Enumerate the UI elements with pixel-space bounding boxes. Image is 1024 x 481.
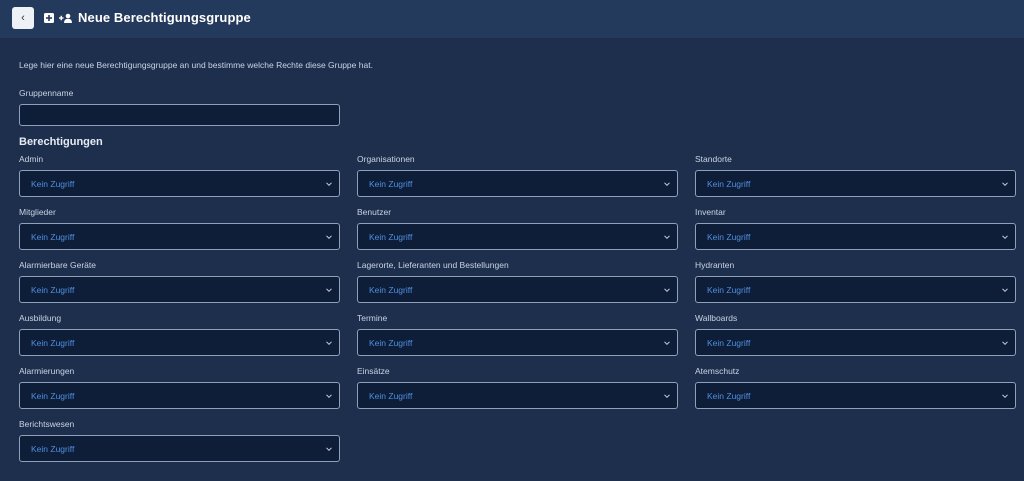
chevron-down-icon	[664, 340, 670, 345]
permission-label-mitglieder: Mitglieder	[19, 207, 56, 217]
select-value: Kein Zugriff	[707, 390, 751, 401]
chevron-down-icon	[664, 181, 670, 186]
select-value: Kein Zugriff	[707, 178, 751, 189]
permission-select-alarmierungen[interactable]: Kein Zugriff	[19, 382, 340, 409]
intro-text: Lege hier eine neue Berechtigungsgruppe …	[19, 60, 373, 70]
permission-label-alarmierbare-geräte: Alarmierbare Geräte	[19, 260, 97, 270]
permission-select-wallboards[interactable]: Kein Zugriff	[695, 329, 1016, 356]
permission-label-inventar: Inventar	[695, 207, 726, 217]
permission-select-berichtswesen[interactable]: Kein Zugriff	[19, 435, 340, 462]
groupname-input[interactable]	[19, 104, 340, 126]
permission-select-mitglieder[interactable]: Kein Zugriff	[19, 223, 340, 250]
permission-select-organisationen[interactable]: Kein Zugriff	[357, 170, 678, 197]
select-value: Kein Zugriff	[707, 231, 751, 242]
select-value: Kein Zugriff	[31, 284, 75, 295]
permission-select-lagerorte-lieferanten-und-bestellungen[interactable]: Kein Zugriff	[357, 276, 678, 303]
permission-label-ausbildung: Ausbildung	[19, 313, 62, 323]
plus-square-icon	[44, 12, 54, 23]
chevron-down-icon	[664, 234, 670, 239]
chevron-down-icon	[1002, 393, 1008, 398]
page-header: Neue Berechtigungsgruppe	[44, 10, 251, 25]
permission-select-benutzer[interactable]: Kein Zugriff	[357, 223, 678, 250]
permission-label-alarmierungen: Alarmierungen	[19, 366, 75, 376]
permission-select-admin[interactable]: Kein Zugriff	[19, 170, 340, 197]
permission-label-hydranten: Hydranten	[695, 260, 735, 270]
select-value: Kein Zugriff	[31, 390, 75, 401]
chevron-down-icon	[1002, 340, 1008, 345]
permission-label-wallboards: Wallboards	[695, 313, 738, 323]
permission-label-einsätze: Einsätze	[357, 366, 390, 376]
select-value: Kein Zugriff	[31, 231, 75, 242]
select-value: Kein Zugriff	[369, 284, 413, 295]
chevron-down-icon	[326, 340, 332, 345]
select-value: Kein Zugriff	[369, 390, 413, 401]
chevron-down-icon	[326, 287, 332, 292]
select-value: Kein Zugriff	[31, 337, 75, 348]
permission-select-hydranten[interactable]: Kein Zugriff	[695, 276, 1016, 303]
chevron-down-icon	[326, 393, 332, 398]
chevron-down-icon	[326, 234, 332, 239]
permission-label-berichtswesen: Berichtswesen	[19, 419, 75, 429]
chevron-down-icon	[326, 446, 332, 451]
chevron-down-icon	[1002, 234, 1008, 239]
permission-select-einsätze[interactable]: Kein Zugriff	[357, 382, 678, 409]
permission-select-inventar[interactable]: Kein Zugriff	[695, 223, 1016, 250]
chevron-down-icon	[664, 287, 670, 292]
chevron-down-icon	[1002, 287, 1008, 292]
permission-select-alarmierbare-geräte[interactable]: Kein Zugriff	[19, 276, 340, 303]
select-value: Kein Zugriff	[369, 231, 413, 242]
permission-label-standorte: Standorte	[695, 154, 732, 164]
select-value: Kein Zugriff	[369, 337, 413, 348]
select-value: Kein Zugriff	[707, 337, 751, 348]
permission-label-lagerorte-lieferanten-und-bestellungen: Lagerorte, Lieferanten und Bestellungen	[357, 260, 509, 270]
permission-label-termine: Termine	[357, 313, 388, 323]
top-bar: ‹ Neue Berechtigungsgruppe	[0, 0, 1024, 38]
select-value: Kein Zugriff	[31, 178, 75, 189]
chevron-down-icon	[1002, 181, 1008, 186]
chevron-left-icon: ‹	[21, 12, 25, 24]
permission-label-benutzer: Benutzer	[357, 207, 392, 217]
back-button[interactable]: ‹	[12, 7, 34, 29]
permission-select-atemschutz[interactable]: Kein Zugriff	[695, 382, 1016, 409]
permission-label-organisationen: Organisationen	[357, 154, 415, 164]
permission-select-standorte[interactable]: Kein Zugriff	[695, 170, 1016, 197]
permission-select-ausbildung[interactable]: Kein Zugriff	[19, 329, 340, 356]
chevron-down-icon	[664, 393, 670, 398]
permission-label-atemschutz: Atemschutz	[695, 366, 740, 376]
select-value: Kein Zugriff	[31, 443, 75, 454]
select-value: Kein Zugriff	[369, 178, 413, 189]
user-group-icon	[59, 13, 72, 23]
permissions-title: Berechtigungen	[19, 136, 103, 148]
permission-label-admin: Admin	[19, 154, 44, 164]
select-value: Kein Zugriff	[707, 284, 751, 295]
chevron-down-icon	[326, 181, 332, 186]
page-title: Neue Berechtigungsgruppe	[78, 10, 251, 25]
groupname-label: Gruppenname	[19, 88, 74, 98]
permission-select-termine[interactable]: Kein Zugriff	[357, 329, 678, 356]
